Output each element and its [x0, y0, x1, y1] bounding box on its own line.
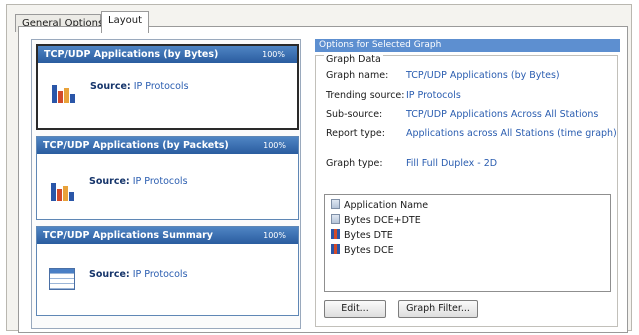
graph-card-percent: 100% [263, 231, 286, 240]
source-value: IP Protocols [132, 269, 188, 280]
tab-layout[interactable]: Layout [101, 11, 149, 33]
options-header: Options for Selected Graph [315, 39, 620, 52]
source-label: Source: [89, 176, 130, 187]
graph-card-source: Source: IP Protocols [89, 269, 188, 280]
graph-card-header: TCP/UDP Applications (by Packets) 100% [37, 137, 298, 154]
graph-card-title: TCP/UDP Applications Summary [43, 230, 214, 241]
list-item[interactable]: Bytes DTE [331, 229, 393, 243]
source-value: IP Protocols [132, 176, 188, 187]
graph-card-title: TCP/UDP Applications (by Bytes) [44, 49, 219, 60]
layout-panel: TCP/UDP Applications (by Bytes) 100% Sou… [18, 26, 628, 333]
graph-card-packets[interactable]: TCP/UDP Applications (by Packets) 100% S… [36, 136, 299, 220]
bar-chart-icon [51, 181, 75, 201]
list-item[interactable]: Bytes DCE [331, 244, 394, 258]
bar-chart-icon [331, 229, 340, 239]
list-item[interactable]: Bytes DCE+DTE [331, 214, 421, 228]
list-item[interactable]: Application Name [331, 199, 428, 213]
graph-card-percent: 100% [263, 141, 286, 150]
graph-card-header: TCP/UDP Applications Summary 100% [37, 227, 298, 244]
graph-card-title: TCP/UDP Applications (by Packets) [43, 140, 229, 151]
edit-button[interactable]: Edit... [324, 300, 386, 318]
graph-data-title: Graph Data [324, 54, 383, 65]
graph-card-source: Source: IP Protocols [90, 81, 189, 92]
graph-card-percent: 100% [262, 50, 285, 59]
graph-data-group: Graph Data Graph name: TCP/UDP Applicati… [315, 54, 618, 327]
graph-list[interactable]: TCP/UDP Applications (by Bytes) 100% Sou… [31, 39, 301, 329]
graph-card-source: Source: IP Protocols [89, 176, 188, 187]
graph-card-bytes[interactable]: TCP/UDP Applications (by Bytes) 100% Sou… [36, 44, 299, 130]
graph-card-summary[interactable]: TCP/UDP Applications Summary 100% Source… [36, 226, 299, 316]
source-label: Source: [89, 269, 130, 280]
source-value: IP Protocols [133, 81, 189, 92]
options-pane: Options for Selected Graph Graph Data Gr… [315, 39, 620, 329]
document-icon [331, 214, 340, 224]
graph-filter-button[interactable]: Graph Filter... [398, 300, 478, 318]
bar-chart-icon [331, 244, 340, 254]
document-icon [331, 199, 340, 209]
bar-chart-icon [52, 83, 76, 103]
table-icon [49, 268, 75, 290]
graph-card-header: TCP/UDP Applications (by Bytes) 100% [38, 46, 297, 63]
source-label: Source: [90, 81, 131, 92]
series-list[interactable]: Application Name Bytes DCE+DTE Bytes DTE… [324, 194, 611, 292]
